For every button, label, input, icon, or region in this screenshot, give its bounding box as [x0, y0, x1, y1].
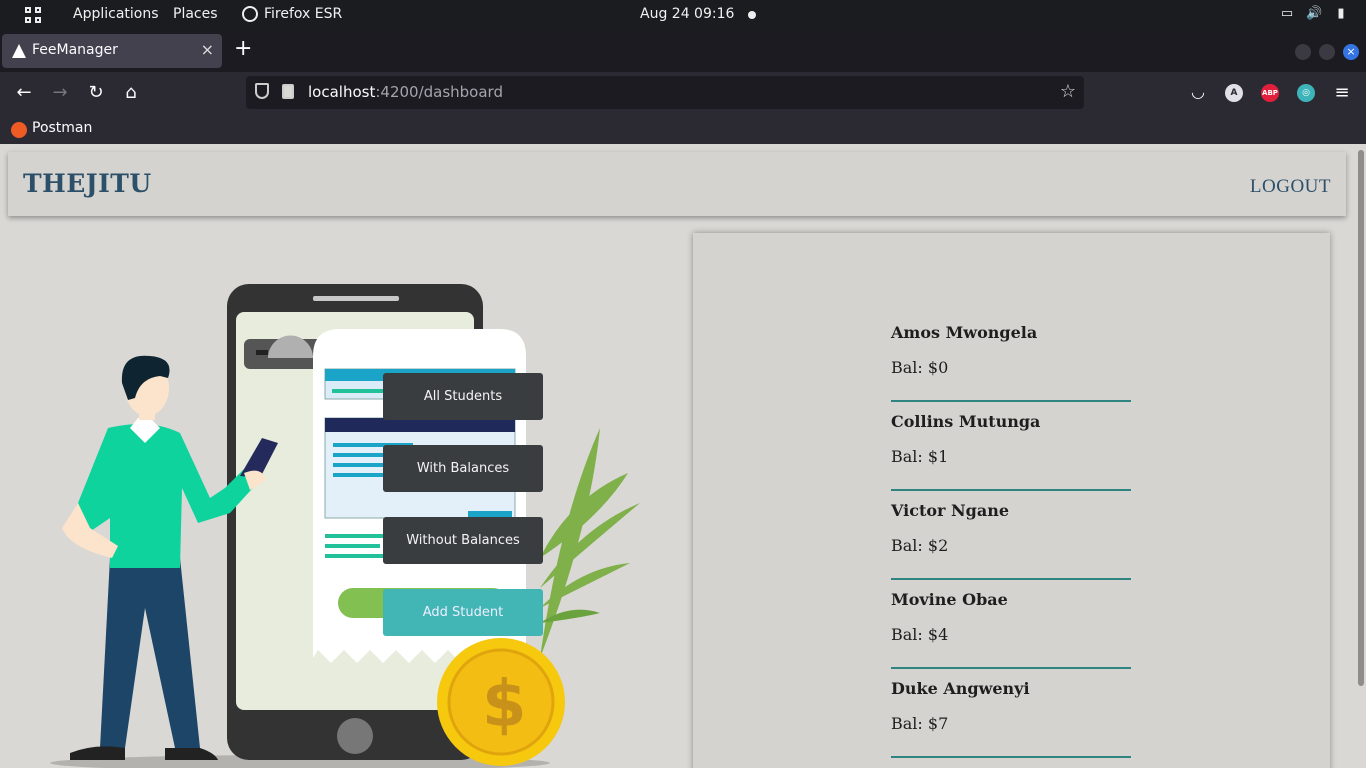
- list-item[interactable]: Collins Mutunga Bal: $1: [891, 402, 1131, 491]
- list-item[interactable]: Amos Mwongela Bal: $0: [891, 313, 1131, 402]
- student-balance: Bal: $1: [891, 447, 949, 466]
- student-list-panel: Amos Mwongela Bal: $0 Collins Mutunga Ba…: [693, 233, 1330, 768]
- list-item[interactable]: Duke Angwenyi Bal: $7: [891, 669, 1131, 758]
- browser-nav-bar: ← → ↻ ⌂ localhost:4200/dashboard ☆ ◡ A A…: [0, 72, 1366, 114]
- maximize-window-icon[interactable]: [1319, 44, 1335, 60]
- student-balance: Bal: $2: [891, 536, 949, 555]
- minimize-window-icon[interactable]: [1295, 44, 1311, 60]
- student-name: Amos Mwongela: [891, 323, 1038, 342]
- add-student-button[interactable]: Add Student: [383, 589, 543, 636]
- volume-icon[interactable]: 🔊: [1306, 6, 1322, 22]
- tab-feemanager[interactable]: FeeManager ×: [2, 34, 222, 68]
- student-name: Duke Angwenyi: [891, 679, 1030, 698]
- bookmark-postman[interactable]: Postman: [32, 120, 92, 136]
- close-tab-icon[interactable]: ×: [201, 40, 214, 59]
- battery-icon[interactable]: ▮: [1333, 6, 1349, 22]
- url-text[interactable]: localhost:4200/dashboard: [308, 83, 503, 101]
- reload-icon[interactable]: ↻: [85, 82, 107, 103]
- url-host: localhost: [308, 83, 376, 101]
- without-balances-button[interactable]: Without Balances: [383, 517, 543, 564]
- adblock-plus-icon[interactable]: ABP: [1261, 84, 1279, 102]
- all-students-button[interactable]: All Students: [383, 373, 543, 420]
- page-content: THEJITU LOGOUT $ All Students With Balan…: [0, 144, 1366, 768]
- brand-logo[interactable]: THEJITU: [23, 169, 152, 198]
- list-item[interactable]: Victor Ngane Bal: $2: [891, 491, 1131, 580]
- student-name: Victor Ngane: [891, 501, 1010, 520]
- menu-icon[interactable]: ≡: [1331, 82, 1353, 103]
- home-icon[interactable]: ⌂: [120, 82, 142, 103]
- notification-dot-icon: [748, 11, 756, 19]
- clock[interactable]: Aug 24 09:16: [640, 6, 734, 22]
- app-header: THEJITU LOGOUT: [8, 152, 1346, 216]
- url-path: :4200/dashboard: [375, 83, 503, 101]
- new-tab-icon[interactable]: +: [234, 36, 252, 61]
- angular-favicon-icon: [12, 44, 26, 58]
- app-grid-icon[interactable]: [25, 7, 41, 23]
- extension-glasses-icon[interactable]: ◎: [1297, 84, 1315, 102]
- bookmark-star-icon[interactable]: ☆: [1060, 81, 1076, 102]
- firefox-icon: [242, 6, 258, 22]
- tab-title: FeeManager: [32, 42, 118, 58]
- with-balances-button[interactable]: With Balances: [383, 445, 543, 492]
- student-balance: Bal: $0: [891, 358, 949, 377]
- forward-icon[interactable]: →: [49, 82, 71, 103]
- list-item[interactable]: Movine Obae Bal: $4: [891, 580, 1131, 669]
- student-balance: Bal: $4: [891, 625, 949, 644]
- svg-text:$: $: [482, 668, 527, 742]
- pocket-icon[interactable]: ◡: [1187, 82, 1209, 101]
- postman-icon: [11, 122, 27, 138]
- places-menu[interactable]: Places: [173, 6, 218, 22]
- address-bar[interactable]: localhost:4200/dashboard ☆: [246, 76, 1084, 109]
- student-name: Collins Mutunga: [891, 412, 1041, 431]
- applications-menu[interactable]: Applications: [73, 6, 159, 22]
- browser-tab-strip: FeeManager × + ×: [0, 30, 1366, 72]
- close-window-icon[interactable]: ×: [1343, 44, 1359, 60]
- page-info-icon[interactable]: [282, 84, 294, 99]
- payment-illustration: $: [50, 284, 640, 768]
- active-app-label[interactable]: Firefox ESR: [264, 6, 342, 22]
- back-icon[interactable]: ←: [13, 82, 35, 103]
- extension-a-icon[interactable]: A: [1225, 84, 1243, 102]
- page-scrollbar[interactable]: [1358, 150, 1364, 686]
- student-balance: Bal: $7: [891, 714, 949, 733]
- tracking-shield-icon[interactable]: [255, 83, 269, 99]
- bookmarks-bar: Postman: [0, 114, 1366, 144]
- student-name: Movine Obae: [891, 590, 1008, 609]
- screen-icon[interactable]: ▭: [1279, 6, 1295, 22]
- system-top-bar: Applications Places Firefox ESR Aug 24 0…: [0, 0, 1366, 30]
- logout-link[interactable]: LOGOUT: [1250, 176, 1331, 198]
